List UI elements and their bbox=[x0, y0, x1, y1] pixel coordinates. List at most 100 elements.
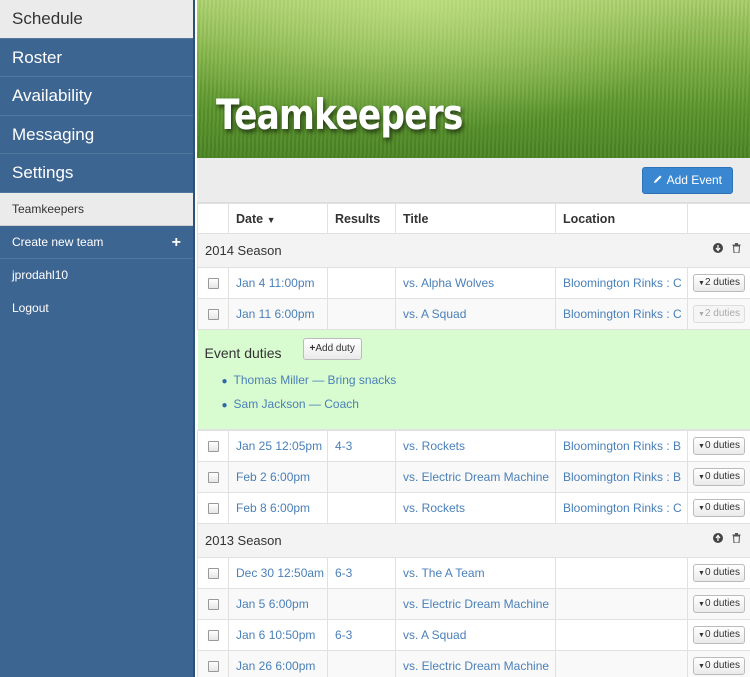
season-name: 2013 Season bbox=[205, 533, 282, 548]
duties-dropdown-button[interactable]: ▼0 duties bbox=[693, 657, 745, 675]
results-cell bbox=[327, 267, 396, 299]
table-row[interactable]: Jan 4 11:00pm vs. Alpha Wolves Bloomington… bbox=[197, 267, 750, 299]
duties-dropdown-button[interactable]: ▼2 duties bbox=[693, 274, 745, 292]
bullet-icon: ● bbox=[221, 376, 228, 387]
circle-arrow-down-icon[interactable] bbox=[712, 243, 726, 256]
event-results[interactable]: 4-3 bbox=[335, 439, 352, 453]
duty-item[interactable]: ● Sam Jackson — Coach bbox=[222, 392, 397, 416]
nav-settings[interactable]: Settings bbox=[0, 154, 193, 193]
row-select-cell bbox=[197, 461, 229, 493]
row-select-cell bbox=[197, 492, 229, 524]
table-row[interactable]: Jan 11 6:00pm vs. A Squad Bloomington Rink… bbox=[197, 298, 750, 330]
duties-dropdown-button[interactable]: ▼0 duties bbox=[693, 437, 745, 455]
event-duties-title: Event duties bbox=[204, 345, 282, 361]
event-date-link[interactable]: Jan 26 6:00pm bbox=[236, 659, 315, 673]
row-checkbox[interactable] bbox=[207, 472, 219, 484]
header-date[interactable]: Date ▼ bbox=[228, 203, 328, 234]
event-location-link[interactable]: Bloomington Rinks : C bbox=[563, 276, 682, 290]
duties-dropdown-button[interactable]: ▼0 duties bbox=[693, 626, 745, 644]
event-date-link[interactable]: Jan 5 6:00pm bbox=[236, 597, 309, 611]
event-title-link[interactable]: vs. A Squad bbox=[403, 307, 466, 321]
event-date-link[interactable]: Jan 25 12:05pm bbox=[236, 439, 322, 453]
duties-cell: ▼0 duties bbox=[687, 588, 750, 620]
caret-down-icon: ▼ bbox=[698, 280, 705, 287]
event-title-link[interactable]: vs. Electric Dream Machine bbox=[403, 659, 549, 673]
event-date-link[interactable]: Jan 11 6:00pm bbox=[236, 307, 315, 321]
duties-dropdown-button[interactable]: ▼0 duties bbox=[693, 595, 745, 613]
trash-icon[interactable] bbox=[732, 243, 741, 256]
event-title-link[interactable]: vs. Electric Dream Machine bbox=[403, 470, 549, 484]
header-location[interactable]: Location bbox=[555, 203, 688, 234]
event-location-link[interactable]: Bloomington Rinks : B bbox=[563, 439, 681, 453]
caret-down-icon: ▼ bbox=[698, 505, 705, 512]
table-header-row: Date ▼ Results Title Location bbox=[197, 203, 750, 234]
logout-link[interactable]: Logout bbox=[0, 292, 193, 325]
table-row[interactable]: Jan 5 6:00pm vs. Electric Dream Machine ▼0… bbox=[197, 588, 750, 620]
add-duty-button[interactable]: +Add duty bbox=[302, 338, 362, 360]
row-checkbox[interactable] bbox=[207, 278, 219, 290]
table-row[interactable]: Dec 30 12:50am 6-3 vs. The A Team ▼0 duties bbox=[197, 557, 750, 589]
title-cell: vs. Rockets bbox=[395, 430, 556, 462]
user-profile-link[interactable]: jprodahl10 bbox=[0, 259, 193, 292]
nav-schedule[interactable]: Schedule bbox=[0, 0, 193, 39]
title-cell: vs. Rockets bbox=[395, 492, 556, 524]
header-title[interactable]: Title bbox=[395, 203, 556, 234]
header-date-label: Date bbox=[236, 211, 264, 226]
header-select bbox=[197, 203, 229, 234]
date-cell: Feb 8 6:00pm bbox=[228, 492, 328, 524]
table-row[interactable]: Jan 26 6:00pm vs. Electric Dream Machine ▼… bbox=[197, 650, 750, 677]
date-cell: Jan 6 10:50pm bbox=[228, 619, 328, 651]
event-title-link[interactable]: vs. Rockets bbox=[403, 439, 465, 453]
event-date-link[interactable]: Feb 8 6:00pm bbox=[236, 501, 310, 515]
results-cell bbox=[327, 461, 396, 493]
duties-dropdown-button[interactable]: ▼0 duties bbox=[693, 564, 745, 582]
title-cell: vs. Alpha Wolves bbox=[395, 267, 556, 299]
event-title-link[interactable]: vs. A Squad bbox=[403, 628, 466, 642]
event-location-link[interactable]: Bloomington Rinks : C bbox=[563, 501, 682, 515]
event-date-link[interactable]: Jan 4 11:00pm bbox=[236, 276, 315, 290]
table-row[interactable]: Jan 25 12:05pm 4-3 vs. Rockets Bloomington … bbox=[197, 430, 750, 462]
plus-icon[interactable]: + bbox=[172, 226, 181, 259]
row-checkbox[interactable] bbox=[207, 503, 219, 515]
event-results[interactable]: 6-3 bbox=[335, 566, 352, 580]
trash-icon[interactable] bbox=[732, 533, 741, 546]
event-title-link[interactable]: vs. Alpha Wolves bbox=[403, 276, 494, 290]
location-cell bbox=[555, 619, 688, 651]
table-row[interactable]: Feb 8 6:00pm vs. Rockets Bloomington Rinks… bbox=[197, 492, 750, 524]
create-team-link[interactable]: Create new team + bbox=[0, 226, 193, 259]
event-location-link[interactable]: Bloomington Rinks : B bbox=[563, 470, 681, 484]
duties-cell: ▼0 duties bbox=[687, 430, 750, 462]
results-cell bbox=[327, 492, 396, 524]
event-results[interactable]: 6-3 bbox=[335, 628, 352, 642]
row-checkbox[interactable] bbox=[207, 599, 219, 611]
team-teamkeepers[interactable]: Teamkeepers bbox=[0, 192, 193, 226]
duties-count: 2 duties bbox=[704, 277, 740, 288]
event-date-link[interactable]: Feb 2 6:00pm bbox=[236, 470, 310, 484]
table-row[interactable]: Jan 6 10:50pm 6-3 vs. A Squad ▼0 duties bbox=[197, 619, 750, 651]
event-date-link[interactable]: Dec 30 12:50am bbox=[236, 566, 324, 580]
event-title-link[interactable]: vs. The A Team bbox=[403, 566, 485, 580]
bullet-icon: ● bbox=[221, 400, 228, 411]
event-title-link[interactable]: vs. Electric Dream Machine bbox=[403, 597, 549, 611]
table-row[interactable]: Feb 2 6:00pm vs. Electric Dream Machine Bl… bbox=[197, 461, 750, 493]
header-results[interactable]: Results bbox=[327, 203, 396, 234]
add-event-button[interactable]: Add Event bbox=[641, 167, 733, 194]
caret-down-icon: ▼ bbox=[266, 214, 276, 225]
event-title-link[interactable]: vs. Rockets bbox=[403, 501, 465, 515]
duty-item[interactable]: ● Thomas Miller — Bring snacks bbox=[222, 368, 397, 392]
event-location-link[interactable]: Bloomington Rinks : C bbox=[563, 307, 682, 321]
row-checkbox[interactable] bbox=[207, 309, 219, 321]
row-checkbox[interactable] bbox=[207, 630, 219, 642]
date-cell: Jan 11 6:00pm bbox=[228, 298, 328, 330]
event-date-link[interactable]: Jan 6 10:50pm bbox=[236, 628, 315, 642]
nav-messaging[interactable]: Messaging bbox=[0, 116, 193, 154]
row-checkbox[interactable] bbox=[207, 441, 219, 453]
nav-availability[interactable]: Availability bbox=[0, 77, 193, 116]
duties-dropdown-button[interactable]: ▼2 duties bbox=[693, 305, 745, 323]
row-checkbox[interactable] bbox=[207, 661, 219, 673]
circle-arrow-up-icon[interactable] bbox=[712, 533, 726, 546]
duties-dropdown-button[interactable]: ▼0 duties bbox=[693, 499, 745, 517]
duties-dropdown-button[interactable]: ▼0 duties bbox=[693, 468, 745, 486]
row-checkbox[interactable] bbox=[207, 568, 219, 580]
nav-roster[interactable]: Roster bbox=[0, 39, 193, 77]
